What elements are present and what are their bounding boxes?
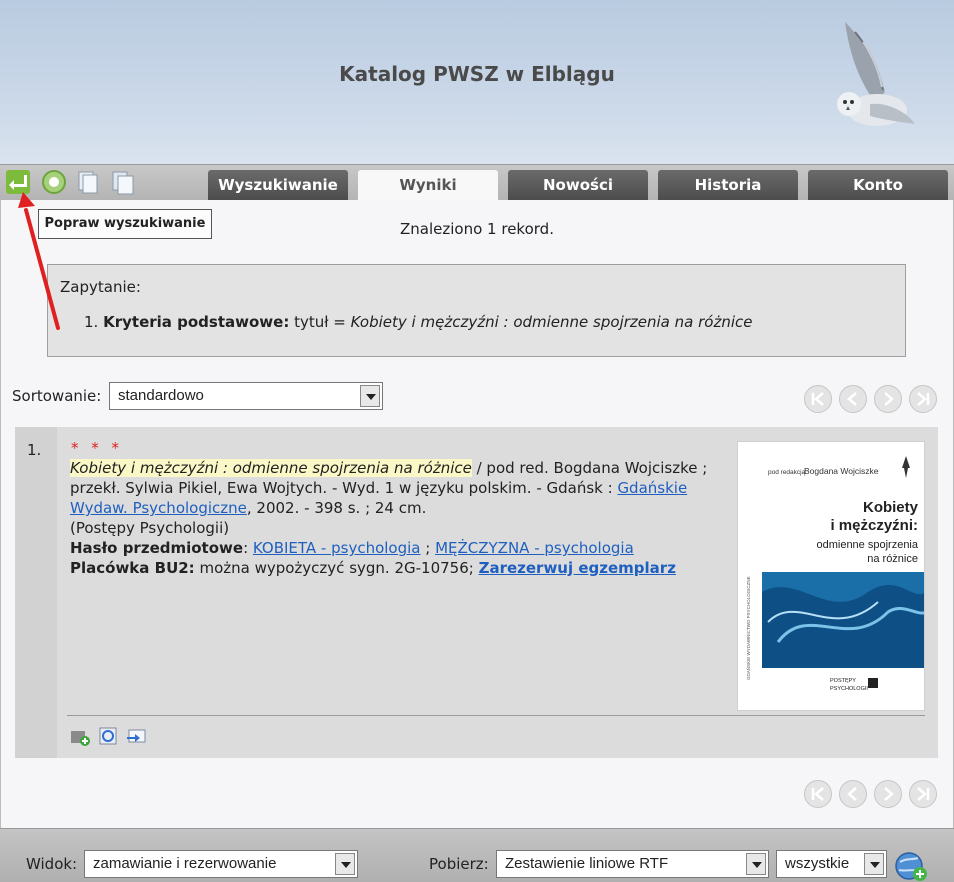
cover-editor-prefix: pod redakcją (768, 469, 806, 476)
tab-nowosci[interactable]: Nowości (508, 170, 648, 200)
subject-separator: ; (420, 539, 436, 557)
paste-icon[interactable] (109, 168, 137, 196)
cover-title-1: Kobiety (863, 499, 919, 516)
cover-series-1: POSTĘPY (830, 678, 856, 684)
copy-icon[interactable] (74, 168, 102, 196)
record-publication: , 2002. - 398 s. ; 24 cm. (246, 499, 427, 517)
chevron-down-icon (360, 385, 380, 407)
cover-subtitle-1: odmienne spojrzenia (816, 539, 918, 551)
tooltip: Popraw wyszukiwanie (38, 209, 212, 239)
query-item-field: tytuł = (294, 313, 346, 331)
first-page-button[interactable] (804, 385, 832, 413)
record-description: Kobiety i mężczyźni : odmienne spojrzeni… (70, 459, 708, 577)
next-icon (884, 392, 894, 406)
last-page-button-bottom[interactable] (909, 780, 937, 808)
holding-label: Placówka BU2: (70, 559, 195, 577)
first-page-button-bottom[interactable] (804, 780, 832, 808)
download-globe-icon[interactable] (894, 850, 928, 882)
refresh-record-icon[interactable] (97, 725, 119, 747)
view-label: Widok: (26, 855, 78, 873)
refresh-icon[interactable] (40, 168, 68, 196)
sort-label: Sortowanie: (12, 387, 102, 405)
download-label: Pobierz: (429, 855, 489, 873)
tab-wyniki[interactable]: Wyniki (358, 170, 498, 200)
cover-editor: Bogdana Wojciszke (804, 466, 879, 476)
download-scope-select[interactable]: wszystkie (776, 850, 887, 878)
last-icon (917, 787, 930, 801)
cover-title-2: i mężczyźni: (830, 517, 918, 534)
query-item-value: Kobiety i mężczyźni : odmienne spojrzeni… (350, 313, 753, 331)
record-series: (Postępy Psychologii) (70, 519, 230, 537)
first-icon (811, 787, 824, 801)
record-number: 1. (27, 441, 42, 459)
download-format-select[interactable]: Zestawienie liniowe RTF (496, 850, 769, 878)
tab-konto[interactable]: Konto (808, 170, 948, 200)
first-icon (811, 392, 824, 406)
send-icon[interactable] (125, 725, 147, 747)
prev-icon (847, 392, 857, 406)
subject-link-mezczyzna[interactable]: MĘŻCZYZNA - psychologia (435, 539, 634, 557)
subject-link-kobieta[interactable]: KOBIETA - psychologia (253, 539, 421, 557)
prev-icon (847, 787, 857, 801)
cover-subtitle-2: na różnice (867, 553, 918, 565)
next-page-button-bottom[interactable] (874, 780, 902, 808)
chevron-down-icon (746, 853, 766, 875)
record-item: 1. * * * Kobiety i mężczyźni : odmienne … (15, 427, 938, 758)
sort-select-value: standardowo (118, 387, 204, 404)
cover-spine: GDAŃSKIE WYDAWNICTWO PSYCHOLOGICZNE (745, 576, 751, 680)
rating-stars: * * * (71, 439, 124, 457)
reserve-link[interactable]: Zarezerwuj egzemplarz (479, 559, 676, 577)
download-format-value: Zestawienie liniowe RTF (505, 855, 669, 872)
query-item-number: 1. (84, 313, 99, 331)
sort-select[interactable]: standardowo (109, 382, 383, 410)
query-item-label: Kryteria podstawowe: (103, 313, 290, 331)
book-cover-image: pod redakcją Bogdana Wojciszke Kobiety i… (738, 442, 924, 710)
record-title[interactable]: Kobiety i mężczyźni : odmienne spojrzeni… (70, 459, 472, 477)
view-select-value: zamawianie i rezerwowanie (93, 855, 277, 872)
cover-series-2: PSYCHOLOGII (830, 686, 868, 692)
holding-text: można wypożyczyć sygn. 2G-10756; (194, 559, 479, 577)
back-arrow-icon[interactable] (4, 168, 32, 196)
chevron-down-icon (335, 853, 355, 875)
prev-page-button-bottom[interactable] (839, 780, 867, 808)
query-item: 1. Kryteria podstawowe: tytuł = Kobiety … (84, 313, 752, 331)
tab-wyszukiwanie[interactable]: Wyszukiwanie (208, 170, 348, 200)
header-banner: Katalog PWSZ w Elblągu (0, 0, 954, 168)
next-icon (884, 787, 894, 801)
view-select[interactable]: zamawianie i rezerwowanie (84, 850, 358, 878)
record-divider (67, 715, 925, 716)
add-to-basket-icon[interactable] (69, 725, 91, 747)
prev-page-button[interactable] (839, 385, 867, 413)
last-icon (917, 392, 930, 406)
chevron-down-icon (864, 853, 884, 875)
subject-label: Hasło przedmiotowe (70, 539, 244, 557)
query-box: Zapytanie: 1. Kryteria podstawowe: tytuł… (47, 264, 906, 357)
next-page-button[interactable] (874, 385, 902, 413)
tab-historia[interactable]: Historia (658, 170, 798, 200)
page-title: Katalog PWSZ w Elblągu (339, 62, 615, 86)
record-body: * * * Kobiety i mężczyźni : odmienne spo… (57, 427, 938, 758)
book-cover[interactable]: pod redakcją Bogdana Wojciszke Kobiety i… (737, 441, 925, 711)
owl-logo (837, 22, 915, 126)
query-heading: Zapytanie: (60, 278, 141, 296)
download-scope-value: wszystkie (785, 855, 850, 872)
last-page-button[interactable] (909, 385, 937, 413)
